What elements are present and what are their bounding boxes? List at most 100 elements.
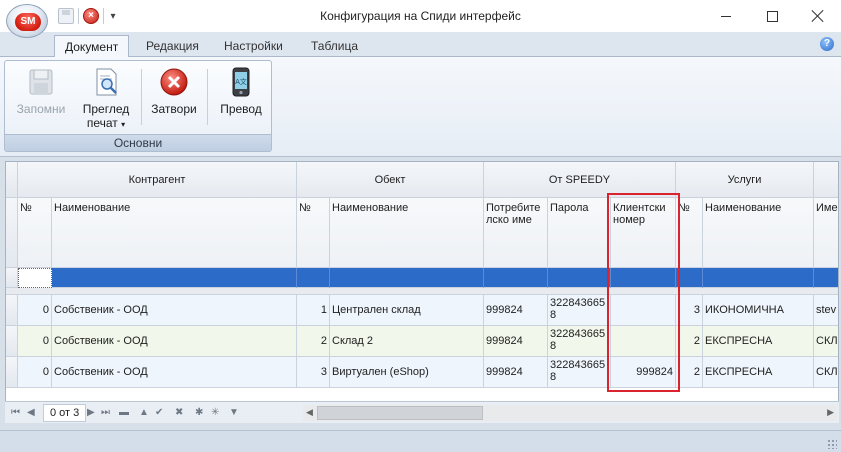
tab-settings[interactable]: Настройки [214,35,293,57]
cell-more[interactable]: stev [814,295,838,326]
cell-object-name[interactable]: Виртуален (eShop) [330,357,484,388]
first-record-icon[interactable]: ⏮ [11,406,20,420]
help-icon[interactable]: ? [820,37,834,51]
save-button[interactable]: Запомни [11,66,71,116]
new-row-cell[interactable] [676,268,703,288]
last-record-icon[interactable]: ⏭ [101,406,110,420]
cell-service-no[interactable]: 2 [676,326,703,357]
refresh-icon[interactable]: ✱ [195,406,203,420]
close-button[interactable]: Затвори [145,66,203,116]
filter-icon[interactable]: ▼ [229,406,239,420]
cell-service-name[interactable]: ЕКСПРЕСНА [703,326,814,357]
cell-contractor-no[interactable]: 0 [18,326,52,357]
chevron-down-icon: ▾ [121,120,126,129]
new-row-cell[interactable] [814,268,838,288]
title-bar: × ▾ Конфигурация на Спиди интерфейс [0,0,841,32]
col-password[interactable]: Парола [548,198,611,268]
ribbon-group-label: Основни [5,134,271,151]
new-row-cell[interactable] [52,268,297,288]
record-position: 0 от 3 [43,404,87,422]
cell-contractor-name[interactable]: Собственик - ООД [52,295,297,326]
delete-record-icon[interactable]: ▬ [119,406,129,420]
band-row-selector[interactable] [6,162,18,198]
col-contractor-no[interactable]: № [18,198,52,268]
row-selector[interactable] [6,295,18,326]
cell-object-no[interactable]: 1 [297,295,330,326]
record-navigator: ⏮ ◀ 0 от 3 ▶ ⏭ ▬ ▲ ✔ ✖ ✱ ✳ ▼ ◀ ▶ [5,401,839,423]
ribbon-tab-strip: Документ Редакция Настройки Таблица [0,32,841,58]
move-up-icon[interactable]: ▲ [139,406,149,420]
scroll-right-icon[interactable]: ▶ [827,407,834,418]
translation-button[interactable]: A文 Превод [211,66,271,116]
tab-document[interactable]: Документ [54,35,130,58]
cell-object-no[interactable]: 3 [297,357,330,388]
horizontal-scrollbar[interactable]: ◀ ▶ [303,405,837,421]
cell-client-number[interactable]: 999824 [611,357,676,388]
bookmark-icon[interactable]: ✳ [211,406,219,420]
new-row-selector[interactable] [6,268,18,288]
cell-contractor-name[interactable]: Собственик - ООД [52,357,297,388]
prev-record-icon[interactable]: ◀ [27,406,35,420]
print-preview-button[interactable]: Преглед печат ▾ [75,66,137,132]
scroll-left-icon[interactable]: ◀ [306,407,313,418]
minimize-button[interactable] [703,0,749,32]
print-preview-label-text: печат [86,116,118,130]
cell-password-line1: 322843665 [550,359,606,371]
col-object-no[interactable]: № [297,198,330,268]
post-check-icon[interactable]: ✔ [155,406,163,420]
resize-grip-icon[interactable] [827,439,837,449]
scrollbar-thumb[interactable] [317,406,483,420]
cell-more[interactable]: СКЛ [814,326,838,357]
data-grid: Контрагент Обект От SPEEDY Услуги № Наим… [5,161,839,423]
new-row-cell[interactable] [611,268,676,288]
cell-object-no[interactable]: 2 [297,326,330,357]
new-row-cell[interactable] [330,268,484,288]
cell-object-name[interactable]: Централен склад [330,295,484,326]
maximize-button[interactable] [749,0,795,32]
cell-contractor-no[interactable]: 0 [18,357,52,388]
cell-password[interactable]: 322843665 8 [548,326,611,357]
cell-contractor-name[interactable]: Собственик - ООД [52,326,297,357]
col-client-number[interactable]: Клиентски номер [611,198,676,268]
new-row-cell[interactable] [297,268,330,288]
col-service-no[interactable]: № [676,198,703,268]
next-record-icon[interactable]: ▶ [87,406,95,420]
cell-service-name[interactable]: ИКОНОМИЧНА [703,295,814,326]
cell-client-number[interactable] [611,326,676,357]
cell-password-line2: 8 [550,340,557,352]
print-preview-label-line1: Преглед [82,102,130,116]
header-row-selector[interactable] [6,198,18,268]
application-menu-button[interactable]: SM [6,4,48,38]
cell-contractor-no[interactable]: 0 [18,295,52,326]
row-selector[interactable] [6,326,18,357]
cell-service-name[interactable]: ЕКСПРЕСНА [703,357,814,388]
cell-password[interactable]: 322843665 8 [548,295,611,326]
cell-password-line2: 8 [550,309,557,321]
col-service-name[interactable]: Наименование [703,198,814,268]
new-row-cell[interactable] [484,268,548,288]
tab-edit[interactable]: Редакция [136,35,209,57]
col-contractor-name[interactable]: Наименование [52,198,297,268]
cancel-x-icon[interactable]: ✖ [175,406,183,420]
cell-username[interactable]: 999824 [484,357,548,388]
col-username-line2: лско име [486,214,532,226]
col-object-name[interactable]: Наименование [330,198,484,268]
col-username[interactable]: Потребите лско име [484,198,548,268]
new-row-focused-cell[interactable] [18,268,52,288]
floppy-disk-icon [25,66,57,98]
new-row-cell[interactable] [703,268,814,288]
cell-service-no[interactable]: 3 [676,295,703,326]
row-selector[interactable] [6,357,18,388]
close-window-button[interactable] [795,0,841,32]
col-more[interactable]: Име [814,198,838,268]
cell-username[interactable]: 999824 [484,295,548,326]
svg-text:A文: A文 [235,77,247,86]
cell-more[interactable]: СКЛ [814,357,838,388]
cell-username[interactable]: 999824 [484,326,548,357]
cell-object-name[interactable]: Склад 2 [330,326,484,357]
cell-service-no[interactable]: 2 [676,357,703,388]
cell-password[interactable]: 322843665 8 [548,357,611,388]
new-row-cell[interactable] [548,268,611,288]
cell-client-number[interactable] [611,295,676,326]
tab-table[interactable]: Таблица [301,35,368,57]
